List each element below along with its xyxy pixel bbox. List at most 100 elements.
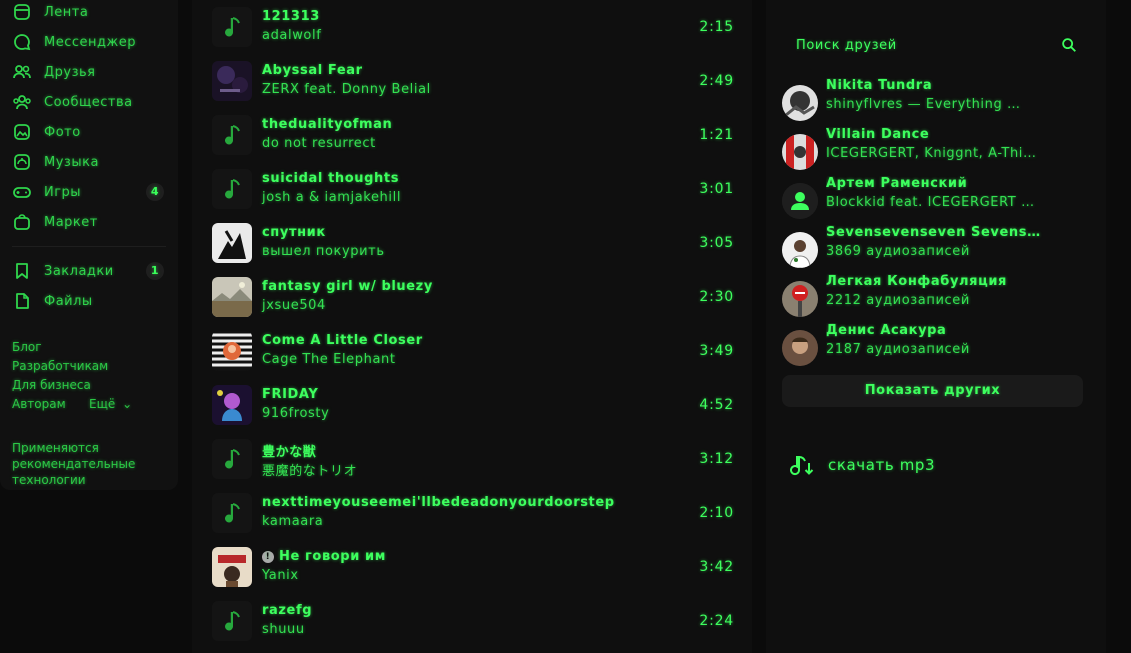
nav-bookmarks[interactable]: Закладки 1: [12, 259, 170, 283]
nav-messenger[interactable]: Мессенджер: [12, 30, 170, 54]
track-cover[interactable]: [212, 169, 252, 209]
track-artist[interactable]: josh a & iamjakehill: [262, 190, 401, 205]
nav-files-label: Файлы: [44, 293, 93, 309]
track-artist[interactable]: 悪魔的なトリオ: [262, 460, 357, 479]
track-title[interactable]: спутник: [262, 225, 326, 240]
track-title[interactable]: Abyssal Fear: [262, 63, 363, 78]
track-artist[interactable]: ZERX feat. Donny Belial: [262, 82, 431, 97]
track-title[interactable]: Come A Little Closer: [262, 333, 423, 348]
track-artist[interactable]: 916frosty: [262, 406, 329, 421]
friend-item[interactable]: Денис Асакура 2187 аудиозаписей: [782, 323, 1082, 367]
friend-name[interactable]: Sevensevenseven Sevens…: [826, 225, 1052, 240]
friend-item[interactable]: Sevensevenseven Sevens… 3869 аудиозаписе…: [782, 225, 1082, 269]
nav-photo[interactable]: Фото: [12, 120, 170, 144]
track-cover[interactable]: [212, 61, 252, 101]
footer-link-blog[interactable]: Блог: [12, 340, 42, 354]
track-row[interactable]: FRIDAY 916frosty 4:52: [204, 379, 740, 433]
track-cover[interactable]: [212, 493, 252, 533]
track-title[interactable]: ! Не говори им: [262, 549, 386, 564]
friend-track-count: 2212 аудиозаписей: [826, 293, 970, 308]
nav-music-label: Музыка: [44, 154, 99, 170]
avatar[interactable]: [782, 134, 818, 170]
friend-item[interactable]: Villain Dance ICEGERGERT, Kniggnt, A-Thi…: [782, 127, 1082, 171]
track-title[interactable]: thedualityofman: [262, 117, 392, 132]
track-title[interactable]: fantasy girl w/ bluezy: [262, 279, 433, 294]
track-cover[interactable]: [212, 547, 252, 587]
footer-link-business[interactable]: Для бизнеса: [12, 378, 91, 392]
track-cover[interactable]: [212, 601, 252, 641]
nav-market[interactable]: Маркет: [12, 210, 170, 234]
track-cover[interactable]: [212, 385, 252, 425]
avatar[interactable]: [782, 330, 818, 366]
track-row[interactable]: suicidal thoughts josh a & iamjakehill 3…: [204, 163, 740, 217]
left-sidebar: Лента Мессенджер Друзья Сообщества Фото …: [0, 0, 178, 490]
sidebar-divider: [12, 246, 166, 247]
friend-now-playing[interactable]: shinyflvres — Everything …: [826, 97, 1052, 112]
nav-music[interactable]: Музыка: [12, 150, 170, 174]
avatar[interactable]: [782, 183, 818, 219]
track-cover[interactable]: [212, 277, 252, 317]
friend-item[interactable]: Легкая Конфабуляция 2212 аудиозаписей: [782, 274, 1082, 318]
track-cover[interactable]: [212, 223, 252, 263]
footer-link-more[interactable]: Ещё ⌄: [89, 397, 132, 411]
track-row[interactable]: fantasy girl w/ bluezy jxsue504 2:30: [204, 271, 740, 325]
friend-name[interactable]: Villain Dance: [826, 127, 1052, 142]
track-title[interactable]: 豊かな獣: [262, 441, 316, 460]
download-mp3-button[interactable]: скачать mp3: [788, 450, 935, 480]
track-row[interactable]: Abyssal Fear ZERX feat. Donny Belial 2:4…: [204, 55, 740, 109]
track-title[interactable]: nexttimeyouseemei'llbedeadonyourdoorstep: [262, 495, 615, 510]
track-title[interactable]: suicidal thoughts: [262, 171, 399, 186]
friend-name[interactable]: Артем Раменский: [826, 176, 1052, 191]
avatar[interactable]: [782, 232, 818, 268]
track-row[interactable]: thedualityofman do not resurrect 1:21: [204, 109, 740, 163]
nav-feed[interactable]: Лента: [12, 0, 170, 24]
show-more-friends-button[interactable]: Показать других: [782, 375, 1083, 407]
track-cover[interactable]: [212, 7, 252, 47]
track-title[interactable]: razefg: [262, 603, 312, 618]
track-row[interactable]: razefg shuuu 2:24: [204, 595, 740, 649]
track-row[interactable]: спутник вышел покурить 3:05: [204, 217, 740, 271]
search-icon[interactable]: [1060, 36, 1078, 54]
user-placeholder-icon: [782, 183, 818, 219]
track-artist[interactable]: jxsue504: [262, 298, 326, 313]
recommendation-notice[interactable]: Применяются рекомендательные технологии: [12, 440, 162, 488]
avatar[interactable]: [782, 85, 818, 121]
friend-item[interactable]: Артем Раменский Blockkid feat. ICEGERGER…: [782, 176, 1082, 220]
nav-market-label: Маркет: [44, 214, 98, 230]
track-cover[interactable]: [212, 331, 252, 371]
track-artist[interactable]: do not resurrect: [262, 136, 376, 151]
friend-name[interactable]: Денис Асакура: [826, 323, 1052, 338]
track-title[interactable]: FRIDAY: [262, 387, 318, 402]
track-artist[interactable]: kamaara: [262, 514, 323, 529]
music-download-icon: [790, 456, 814, 476]
footer-link-developers[interactable]: Разработчикам: [12, 359, 108, 373]
friend-search-input[interactable]: [782, 28, 1082, 62]
friend-now-playing[interactable]: ICEGERGERT, Kniggnt, A-Thi…: [826, 146, 1052, 161]
track-artist[interactable]: adalwolf: [262, 28, 321, 43]
track-artist[interactable]: Cage The Elephant: [262, 352, 396, 367]
track-row[interactable]: nexttimeyouseemei'llbedeadonyourdoorstep…: [204, 487, 740, 541]
track-artist[interactable]: вышел покурить: [262, 244, 385, 259]
track-row[interactable]: Come A Little Closer Cage The Elephant 3…: [204, 325, 740, 379]
track-duration: 2:15: [699, 19, 734, 35]
track-artist[interactable]: shuuu: [262, 622, 305, 637]
nav-files[interactable]: Файлы: [12, 289, 170, 313]
nav-friends[interactable]: Друзья: [12, 60, 170, 84]
nav-games[interactable]: Игры 4: [12, 180, 170, 204]
friend-name[interactable]: Легкая Конфабуляция: [826, 274, 1052, 289]
friend-now-playing[interactable]: Blockkid feat. ICEGERGERT …: [826, 195, 1052, 210]
track-row[interactable]: ! Не говори им Yanix 3:42: [204, 541, 740, 595]
footer-link-authors[interactable]: Авторам: [12, 397, 66, 411]
track-row[interactable]: 121313 adalwolf 2:15: [204, 1, 740, 55]
games-badge: 4: [146, 183, 164, 201]
track-artist[interactable]: Yanix: [262, 568, 299, 583]
track-title[interactable]: 121313: [262, 9, 320, 24]
friend-name[interactable]: Nikita Tundra: [826, 78, 1052, 93]
nav-communities[interactable]: Сообщества: [12, 90, 170, 114]
avatar[interactable]: [782, 281, 818, 317]
track-cover[interactable]: [212, 439, 252, 479]
track-row[interactable]: 豊かな獣 悪魔的なトリオ 3:12: [204, 433, 740, 487]
explicit-icon: !: [262, 551, 274, 563]
track-cover[interactable]: [212, 115, 252, 155]
friend-item[interactable]: Nikita Tundra shinyflvres — Everything …: [782, 78, 1082, 122]
